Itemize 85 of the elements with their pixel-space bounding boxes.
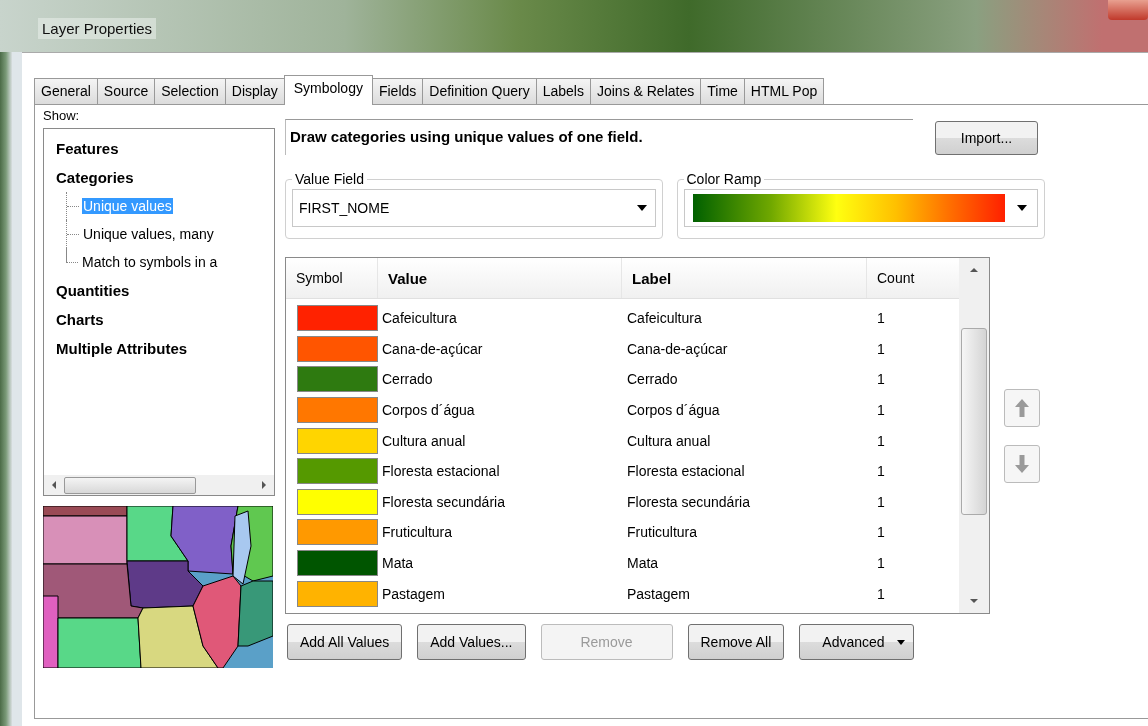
symbol-swatch[interactable] — [297, 397, 378, 424]
symbol-swatch[interactable] — [297, 550, 378, 577]
tree-item[interactable]: Categories — [56, 163, 134, 192]
tree-item[interactable]: Match to symbols in a — [81, 254, 219, 270]
horizontal-scrollbar[interactable] — [44, 475, 274, 495]
table-cell-text: 1 — [876, 584, 886, 604]
table-cell-text: 1 — [876, 462, 886, 482]
import-button[interactable]: Import... — [935, 121, 1038, 155]
table-cell-text: Floresta estacional — [381, 462, 501, 482]
table-cell-text: Pastagem — [381, 584, 447, 604]
down-arrow-icon — [1015, 455, 1029, 473]
column-header[interactable]: Value — [378, 258, 622, 298]
vertical-scrollbar[interactable] — [959, 258, 989, 613]
table-cell-text: Mata — [626, 554, 660, 574]
table-cell-text: Floresta secundária — [626, 492, 751, 512]
tree-item[interactable]: Multiple Attributes — [56, 334, 188, 363]
group-legend: Color Ramp — [683, 171, 765, 187]
table-cell-text: 1 — [876, 401, 886, 421]
close-button[interactable] — [1108, 0, 1148, 20]
table-cell-text: Cana-de-açúcar — [626, 339, 729, 359]
tree-item[interactable]: Quantities — [56, 276, 130, 305]
table-cell-text: Cafeicultura — [626, 309, 703, 329]
table-cell-text: 1 — [876, 554, 886, 574]
column-header[interactable]: Label — [622, 258, 867, 298]
tab[interactable]: Time — [700, 78, 745, 104]
symbol-swatch[interactable] — [297, 305, 378, 332]
table-cell-text: Floresta secundária — [381, 492, 506, 512]
caret-icon — [896, 639, 905, 645]
button[interactable]: Remove All — [687, 624, 785, 660]
tab[interactable]: Selection — [154, 78, 226, 104]
table-cell-text: 1 — [876, 309, 886, 329]
tab[interactable]: Fields — [371, 78, 424, 104]
table-cell-text: 1 — [876, 523, 886, 543]
window-title: Layer Properties — [38, 17, 157, 39]
value-field-dropdown[interactable]: FIRST_NOME — [292, 189, 656, 227]
button[interactable]: Advanced — [799, 624, 914, 660]
symbol-swatch[interactable] — [297, 458, 378, 485]
symbol-swatch[interactable] — [297, 488, 378, 515]
up-arrow-icon — [1015, 399, 1029, 417]
show-label: Show: — [43, 108, 81, 125]
table-cell-text: Corpos d´água — [626, 401, 721, 421]
tab[interactable]: Source — [96, 78, 156, 104]
description-text: Draw categories using unique values of one field. — [285, 119, 913, 155]
symbol-swatch[interactable] — [297, 335, 378, 362]
table-cell-text: Cerrado — [381, 370, 434, 390]
tab[interactable]: Joins & Relates — [589, 78, 702, 104]
tree-item[interactable]: Charts — [56, 305, 104, 334]
symbol-swatch[interactable] — [297, 427, 378, 454]
button[interactable]: Add All Values — [287, 624, 403, 660]
table-cell-text: Floresta estacional — [626, 462, 746, 482]
table-cell-text: Fruticultura — [626, 523, 699, 543]
tab[interactable]: Labels — [535, 78, 591, 104]
tab[interactable]: General — [34, 78, 98, 104]
column-header[interactable]: Count — [867, 258, 957, 298]
table-cell-text: Mata — [381, 554, 415, 574]
table-cell-text: Pastagem — [626, 584, 692, 604]
tree-item[interactable]: Unique values, many — [82, 226, 215, 242]
table-cell-text: Corpos d´água — [381, 401, 476, 421]
table-cell-text: 1 — [876, 370, 886, 390]
category-tree[interactable]: Features Categories Unique values Unique values, many Match to symbols in a Quantities Charts Multiple Attributes — [43, 128, 275, 496]
table-cell-text: Cana-de-açúcar — [381, 339, 484, 359]
group-legend: Value Field — [292, 171, 367, 187]
table-cell-text: Cerrado — [626, 370, 679, 390]
table-cell-text: Cafeicultura — [381, 309, 458, 329]
tab[interactable]: HTML Pop — [743, 78, 825, 104]
tab[interactable]: Definition Query — [422, 78, 537, 104]
tab[interactable]: Symbology — [283, 75, 373, 105]
table-cell-text: 1 — [876, 431, 886, 451]
symbol-swatch[interactable] — [297, 580, 378, 607]
table-cell-text: Cultura anual — [381, 431, 467, 451]
tree-item[interactable]: Features — [56, 134, 119, 163]
symbol-swatch[interactable] — [297, 519, 378, 546]
tab[interactable]: Display — [224, 78, 285, 104]
move-down-button[interactable] — [1004, 445, 1040, 483]
table-cell-text: 1 — [876, 492, 886, 512]
move-up-button[interactable] — [1004, 389, 1040, 427]
color-ramp-dropdown[interactable] — [683, 189, 1038, 227]
caret-icon — [636, 205, 647, 211]
caret-icon — [1017, 205, 1027, 211]
table-cell-text: Fruticultura — [381, 523, 454, 543]
table-cell-text: 1 — [876, 339, 886, 359]
button[interactable]: Add Values... — [417, 624, 526, 660]
symbol-swatch[interactable] — [297, 366, 378, 393]
column-header[interactable]: Symbol — [286, 258, 378, 298]
table-cell-text: Cultura anual — [626, 431, 712, 451]
